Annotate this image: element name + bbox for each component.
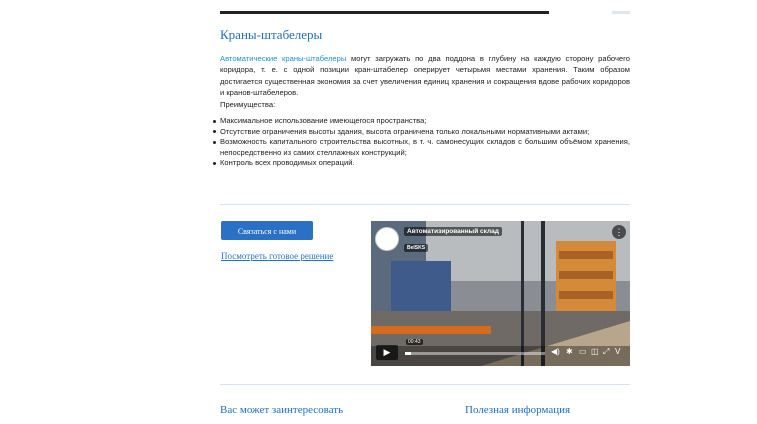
video-progress-fill	[405, 352, 411, 355]
settings-icon[interactable]: ✱	[566, 347, 573, 357]
play-icon[interactable]: ▶	[376, 345, 398, 360]
divider	[220, 384, 630, 385]
list-item: Отсутствие ограничения высоты здания, вы…	[213, 127, 630, 138]
pip-icon[interactable]: ◫	[591, 347, 599, 357]
view-solution-link[interactable]: Посмотреть готовое решение	[221, 251, 333, 261]
menu-icon[interactable]: ⋮	[612, 225, 626, 239]
list-item: Возможность капитального строительства в…	[213, 137, 630, 157]
video-time: 00:43	[406, 339, 423, 345]
useful-info-heading: Полезная информация	[465, 404, 571, 416]
video-channel[interactable]: BelSKS	[404, 244, 429, 252]
advantages-list: Максимальное использование имеющегося пр…	[213, 116, 630, 169]
video-strip-top	[220, 11, 549, 14]
video-title[interactable]: Автоматизированный склад	[404, 227, 502, 236]
list-item: Максимальное использование имеющегося пр…	[213, 116, 630, 127]
video-progress[interactable]	[405, 352, 545, 355]
captions-icon[interactable]: ▭	[579, 347, 587, 357]
volume-icon[interactable]: ◀)	[551, 347, 560, 357]
fullscreen-icon[interactable]: ⤢	[603, 347, 609, 357]
interest-heading: Вас может заинтересовать	[220, 404, 344, 416]
list-item: Контроль всех проводимых операций.	[213, 158, 630, 169]
channel-logo[interactable]	[375, 227, 399, 251]
cranes-link[interactable]: Автоматические краны-штабелеры	[220, 54, 346, 63]
vimeo-icon[interactable]: V	[615, 347, 620, 357]
contact-us-button[interactable]: Связаться с нами	[221, 221, 313, 240]
video-player[interactable]: Автоматизированный склад BelSKS ⋮ 00:43 …	[371, 221, 630, 366]
section-title: Краны-штабелеры	[220, 27, 323, 42]
video-strip-top-right	[612, 11, 630, 14]
advantages-title: Преимущества:	[220, 100, 276, 109]
divider	[220, 204, 630, 205]
intro-paragraph: Автоматические краны-штабелеры могут заг…	[220, 53, 630, 99]
